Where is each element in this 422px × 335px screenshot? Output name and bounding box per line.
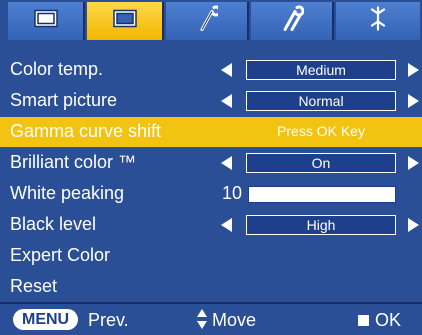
menu-item-reset[interactable]: Reset: [0, 272, 422, 302]
move-arrows-icon: [196, 307, 208, 335]
menu-item-color-temp[interactable]: Color temp. Medium: [0, 55, 422, 85]
screen-icon: [112, 9, 137, 33]
right-arrow-icon[interactable]: [408, 63, 419, 77]
tab-screen[interactable]: [87, 2, 164, 40]
menu-item-expert-color[interactable]: Expert Color: [0, 241, 422, 271]
tab-network[interactable]: [336, 2, 420, 40]
picture-icon: [33, 9, 58, 33]
press-ok-hint: Press OK Key: [277, 123, 365, 139]
left-arrow-icon[interactable]: [221, 94, 232, 108]
right-arrow-icon[interactable]: [408, 94, 419, 108]
gamma-curve-shift-label: Gamma curve shift: [10, 121, 162, 141]
color-temp-label: Color temp.: [10, 59, 104, 79]
tab-options[interactable]: [251, 2, 334, 40]
left-arrow-icon[interactable]: [221, 156, 232, 170]
smart-picture-value: Normal: [246, 91, 396, 111]
right-arrow-icon[interactable]: [408, 156, 419, 170]
ok-hint: OK: [375, 310, 402, 330]
menu-item-black-level[interactable]: Black level High: [0, 210, 422, 240]
white-peaking-label: White peaking: [10, 183, 125, 203]
prev-hint: Prev.: [88, 310, 129, 330]
menu-item-white-peaking[interactable]: White peaking 10: [0, 179, 422, 209]
osd-menu: Color temp. Medium Smart picture Normal …: [0, 0, 422, 335]
tab-setup[interactable]: [166, 2, 249, 40]
left-arrow-icon[interactable]: [221, 63, 232, 77]
black-level-value: High: [246, 215, 396, 235]
footer-bar: MENU Prev. Move OK: [0, 304, 422, 335]
tab-picture[interactable]: [8, 2, 85, 40]
network-icon: [368, 6, 388, 37]
expert-color-label: Expert Color: [10, 245, 111, 265]
ok-square-icon: [358, 315, 369, 326]
move-hint: Move: [212, 310, 257, 330]
tools-icon: [280, 5, 304, 37]
color-temp-value: Medium: [246, 60, 396, 80]
brilliant-color-label: Brilliant color ™: [10, 152, 137, 172]
menu-item-smart-picture[interactable]: Smart picture Normal: [0, 86, 422, 116]
black-level-label: Black level: [10, 214, 97, 234]
menu-key-badge: MENU: [13, 309, 79, 330]
reset-label: Reset: [10, 276, 58, 296]
brilliant-color-value: On: [246, 153, 396, 173]
smart-picture-label: Smart picture: [10, 90, 118, 110]
white-peaking-value: 10: [222, 183, 243, 203]
right-arrow-icon[interactable]: [408, 218, 419, 232]
menu-item-gamma-curve-shift[interactable]: Gamma curve shift Press OK Key: [0, 117, 422, 147]
left-arrow-icon[interactable]: [221, 218, 232, 232]
menu-tab-bar: [0, 0, 422, 42]
white-peaking-slider[interactable]: [248, 186, 396, 203]
menu-item-brilliant-color[interactable]: Brilliant color ™ On: [0, 148, 422, 178]
wrench-icon: [196, 5, 221, 37]
